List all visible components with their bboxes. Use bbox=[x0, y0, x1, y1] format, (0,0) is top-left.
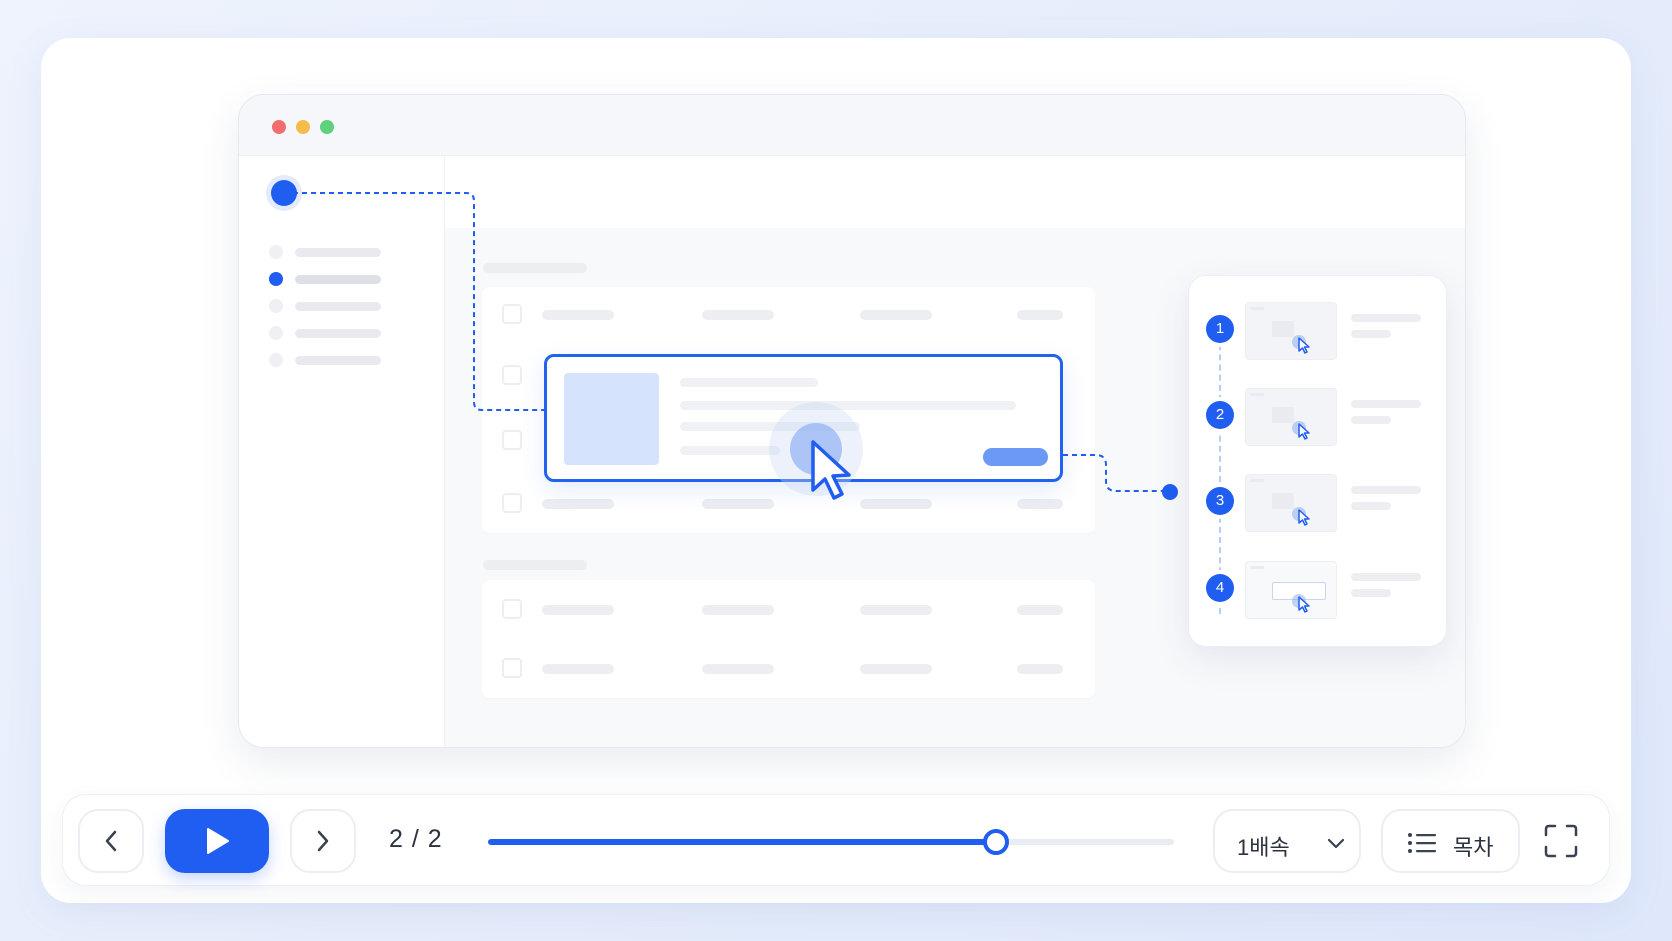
step-number-badge: 4 bbox=[1206, 574, 1234, 602]
page-indicator: 2 / 2 bbox=[389, 825, 443, 853]
step-start-marker bbox=[271, 180, 297, 206]
mock-sidebar bbox=[239, 156, 445, 747]
progress-slider-handle[interactable] bbox=[982, 829, 1009, 855]
window-close-dot bbox=[272, 120, 286, 134]
table-of-contents-label: 목차 bbox=[1453, 835, 1494, 860]
progress-fill bbox=[488, 839, 996, 845]
mouse-pointer-icon bbox=[811, 440, 851, 500]
mock-sidebar-item-active bbox=[269, 272, 399, 286]
chevron-down-icon bbox=[1327, 838, 1345, 849]
target-action-button bbox=[983, 448, 1048, 466]
step-number-badge: 1 bbox=[1206, 315, 1234, 343]
previous-button[interactable] bbox=[78, 809, 144, 873]
next-button[interactable] bbox=[290, 809, 356, 873]
window-maximize-dot bbox=[320, 120, 334, 134]
mock-section-heading bbox=[483, 560, 587, 570]
list-icon bbox=[1408, 833, 1436, 853]
step-item[interactable]: 3 bbox=[1189, 474, 1446, 536]
mock-sidebar-item bbox=[269, 326, 399, 340]
window-minimize-dot bbox=[296, 120, 310, 134]
browser-titlebar bbox=[239, 95, 1465, 156]
play-icon bbox=[207, 828, 229, 854]
player-controls-bar: 2 / 2 1배속 목차 bbox=[62, 794, 1610, 886]
step-number-badge: 2 bbox=[1206, 401, 1234, 429]
step-thumbnail bbox=[1245, 388, 1337, 446]
step-thumbnail bbox=[1245, 474, 1337, 532]
table-of-contents-button[interactable]: 목차 bbox=[1381, 809, 1520, 873]
playback-speed-label: 1배속 bbox=[1237, 835, 1290, 860]
fullscreen-icon[interactable] bbox=[1543, 823, 1579, 859]
target-thumbnail bbox=[564, 373, 659, 465]
target-text-line bbox=[680, 446, 780, 455]
target-title-line bbox=[680, 378, 818, 387]
step-item[interactable]: 4 bbox=[1189, 561, 1446, 623]
step-list-panel: 1 2 3 4 bbox=[1188, 275, 1447, 647]
target-text-line bbox=[680, 401, 1016, 410]
chevron-left-icon bbox=[105, 830, 117, 852]
playback-speed-dropdown[interactable]: 1배속 bbox=[1213, 809, 1361, 873]
chevron-right-icon bbox=[317, 830, 329, 852]
highlighted-target-element bbox=[544, 354, 1063, 500]
mock-section-heading bbox=[483, 263, 587, 273]
mock-sidebar-item bbox=[269, 299, 399, 313]
play-button[interactable] bbox=[165, 809, 269, 873]
progress-slider[interactable] bbox=[488, 829, 1174, 855]
mock-sidebar-item bbox=[269, 353, 399, 367]
step-item[interactable]: 2 bbox=[1189, 388, 1446, 450]
step-number-badge: 3 bbox=[1206, 487, 1234, 515]
mock-sidebar-item bbox=[269, 245, 399, 259]
mock-table bbox=[482, 580, 1095, 698]
step-thumbnail bbox=[1245, 302, 1337, 360]
step-item[interactable]: 1 bbox=[1189, 302, 1446, 364]
step-thumbnail bbox=[1245, 561, 1337, 619]
